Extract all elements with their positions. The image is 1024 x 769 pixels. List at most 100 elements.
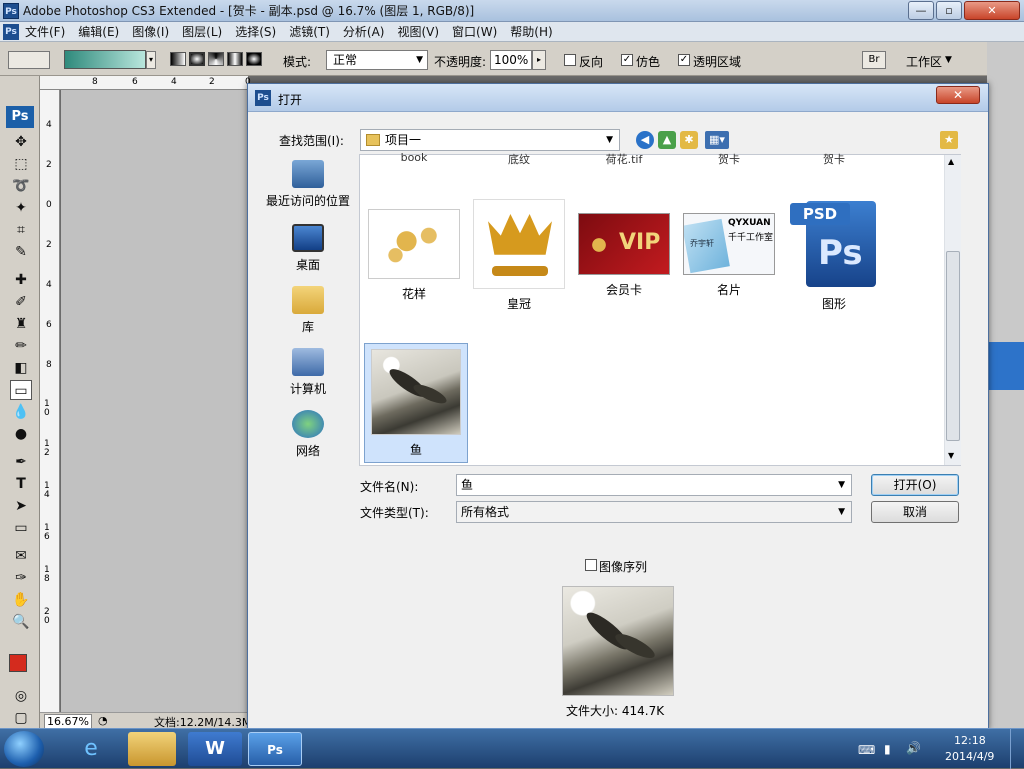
- dialog-close-button[interactable]: ✕: [936, 86, 980, 104]
- file-item-card[interactable]: 乔宇轩 QYXUAN 千千工作室 名片: [681, 213, 777, 298]
- list-item[interactable]: 贺卡: [681, 151, 777, 167]
- scroll-up-icon[interactable]: ▲: [948, 157, 954, 166]
- angle-gradient-icon[interactable]: [208, 52, 224, 66]
- keyboard-icon[interactable]: ⌨: [858, 743, 875, 757]
- volume-icon[interactable]: 🔊: [906, 741, 921, 755]
- view-menu-icon[interactable]: ▦▾: [705, 131, 729, 149]
- menu-layer[interactable]: 图层(L): [182, 23, 222, 40]
- list-item[interactable]: 贺卡: [786, 151, 882, 167]
- file-item-psd[interactable]: PSD Ps 图形: [786, 199, 882, 312]
- hand-tool-icon[interactable]: ✋: [10, 590, 32, 610]
- mode-select[interactable]: 正常 ▼: [326, 50, 428, 70]
- status-menu-icon[interactable]: ◔: [98, 714, 108, 727]
- crop-tool-icon[interactable]: ⌗: [10, 220, 32, 240]
- scroll-down-icon[interactable]: ▼: [948, 451, 954, 460]
- history-brush-icon[interactable]: ✏: [10, 336, 32, 356]
- type-tool-icon[interactable]: T: [10, 474, 32, 494]
- reflected-gradient-icon[interactable]: [227, 52, 243, 66]
- file-item-fish[interactable]: 鱼: [364, 343, 468, 463]
- image-sequence-checkbox[interactable]: [585, 559, 597, 571]
- gradient-dropdown-icon[interactable]: ▾: [146, 51, 156, 69]
- linear-gradient-icon[interactable]: [170, 52, 186, 66]
- clone-stamp-icon[interactable]: ♜: [10, 314, 32, 334]
- place-computer[interactable]: 计算机: [258, 348, 358, 397]
- scrollbar-thumb[interactable]: [946, 251, 960, 441]
- menu-filter[interactable]: 滤镜(T): [289, 23, 330, 40]
- pen-tool-icon[interactable]: ✒: [10, 452, 32, 472]
- place-libraries[interactable]: 库: [258, 286, 358, 335]
- place-recent[interactable]: 最近访问的位置: [258, 160, 358, 209]
- reverse-checkbox[interactable]: [564, 54, 576, 66]
- ie-icon[interactable]: e: [64, 732, 118, 766]
- minimize-button[interactable]: —: [908, 1, 934, 20]
- opacity-slider-icon[interactable]: ▸: [532, 50, 546, 70]
- filetype-select[interactable]: 所有格式 ▼: [456, 501, 852, 523]
- dither-checkbox[interactable]: ✓: [621, 54, 633, 66]
- magic-wand-tool-icon[interactable]: ✦: [10, 198, 32, 218]
- new-folder-icon[interactable]: ✱: [680, 131, 698, 149]
- menu-select[interactable]: 选择(S): [235, 23, 276, 40]
- place-network[interactable]: 网络: [258, 410, 358, 459]
- network-tray-icon[interactable]: ▮: [884, 742, 891, 756]
- marquee-tool-icon[interactable]: ⬚: [10, 154, 32, 174]
- photoshop-icon[interactable]: Ps: [248, 732, 302, 766]
- clock-date[interactable]: 2014/4/9: [945, 750, 994, 763]
- menu-edit[interactable]: 编辑(E): [78, 23, 119, 40]
- dodge-tool-icon[interactable]: ●: [10, 424, 32, 444]
- menu-help[interactable]: 帮助(H): [510, 23, 552, 40]
- zoom-level[interactable]: 16.67%: [44, 714, 92, 729]
- menu-image[interactable]: 图像(I): [132, 23, 169, 40]
- radial-gradient-icon[interactable]: [189, 52, 205, 66]
- cancel-button[interactable]: 取消: [871, 501, 959, 523]
- bridge-icon[interactable]: Br: [862, 51, 886, 69]
- menu-view[interactable]: 视图(V): [397, 23, 439, 40]
- tool-preset-picker[interactable]: [8, 51, 50, 69]
- explorer-icon[interactable]: [128, 732, 176, 766]
- lookin-select[interactable]: 项目一 ▼: [360, 129, 620, 151]
- transparency-checkbox[interactable]: ✓: [678, 54, 690, 66]
- filename-input[interactable]: 鱼 ▼: [456, 474, 852, 496]
- file-list-scrollbar[interactable]: ▲ ▼: [944, 155, 961, 465]
- shape-tool-icon[interactable]: ▭: [10, 518, 32, 538]
- close-button[interactable]: ✕: [964, 1, 1020, 20]
- restore-button[interactable]: ▫: [936, 1, 962, 20]
- slice-tool-icon[interactable]: ✎: [10, 242, 32, 262]
- zoom-tool-icon[interactable]: 🔍: [10, 612, 32, 632]
- clock-time[interactable]: 12:18: [954, 734, 986, 747]
- menu-file[interactable]: 文件(F): [25, 23, 65, 40]
- notes-tool-icon[interactable]: ✉: [10, 546, 32, 566]
- up-folder-icon[interactable]: ▲: [658, 131, 676, 149]
- move-tool-icon[interactable]: ✥: [10, 132, 32, 152]
- file-item-floral[interactable]: 花样: [366, 209, 462, 302]
- workspace-button[interactable]: 工作区: [906, 53, 942, 70]
- menu-analysis[interactable]: 分析(A): [343, 23, 385, 40]
- list-item[interactable]: 底纹: [471, 151, 567, 167]
- back-icon[interactable]: ◀: [636, 131, 654, 149]
- file-item-vip[interactable]: VIP 会员卡: [576, 213, 672, 298]
- gradient-swatch[interactable]: [64, 50, 146, 69]
- opacity-input[interactable]: 100%: [490, 50, 532, 70]
- file-item-crown[interactable]: 皇冠: [471, 199, 567, 312]
- favorite-folder-icon[interactable]: ★: [940, 131, 958, 149]
- gradient-tool-icon[interactable]: ▭: [10, 380, 32, 400]
- lasso-tool-icon[interactable]: ➰: [10, 176, 32, 196]
- diamond-gradient-icon[interactable]: [246, 52, 262, 66]
- eraser-tool-icon[interactable]: ◧: [10, 358, 32, 378]
- canvas-area[interactable]: [61, 90, 248, 712]
- place-desktop[interactable]: 桌面: [258, 224, 358, 273]
- brush-tool-icon[interactable]: ✐: [10, 292, 32, 312]
- quick-mask-icon[interactable]: ◎: [10, 686, 32, 706]
- eyedropper-tool-icon[interactable]: ✑: [10, 568, 32, 588]
- show-desktop-button[interactable]: [1010, 729, 1024, 769]
- start-button[interactable]: [4, 731, 44, 767]
- menu-window[interactable]: 窗口(W): [452, 23, 497, 40]
- foreground-color-swatch[interactable]: [9, 654, 27, 672]
- list-item[interactable]: 荷花.tif: [576, 151, 672, 167]
- screen-mode-icon[interactable]: ▢: [10, 708, 32, 728]
- open-button[interactable]: 打开(O): [871, 474, 959, 496]
- word-icon[interactable]: W: [188, 732, 242, 766]
- healing-brush-icon[interactable]: ✚: [10, 270, 32, 290]
- list-item[interactable]: book: [366, 151, 462, 164]
- file-list[interactable]: book 底纹 荷花.tif 贺卡 贺卡 花样 皇冠 VIP 会员卡 乔宇轩 Q…: [359, 151, 961, 466]
- blur-tool-icon[interactable]: 💧: [10, 402, 32, 422]
